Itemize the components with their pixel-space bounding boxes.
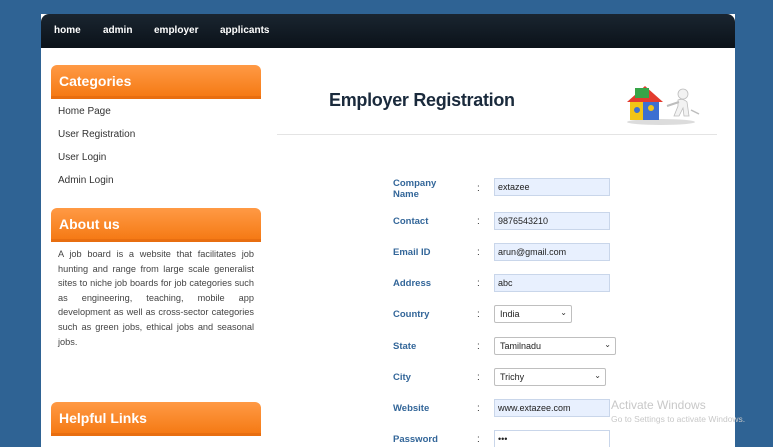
state-select[interactable]: Tamilnadu ⌄ [494, 337, 616, 355]
password-input[interactable]: ••• [494, 430, 610, 447]
activate-windows-title: Activate Windows [611, 398, 706, 412]
city-select-value: Trichy [500, 372, 525, 382]
city-select[interactable]: Trichy ⌄ [494, 368, 606, 386]
address-label: Address [393, 278, 432, 289]
helpful-links-header: Helpful Links [51, 402, 261, 436]
chevron-down-icon: ⌄ [594, 371, 601, 380]
city-colon: : [477, 372, 480, 383]
password-label: Password [393, 434, 438, 445]
country-label: Country [393, 309, 430, 320]
website-input[interactable]: www.extazee.com [494, 399, 610, 417]
country-select-value: India [500, 309, 520, 319]
contact-colon: : [477, 216, 480, 227]
nav-home-link[interactable]: home [54, 25, 81, 36]
sidebar-link-user-registration[interactable]: User Registration [58, 129, 135, 140]
state-select-value: Tamilnadu [500, 341, 542, 351]
password-colon: : [477, 434, 480, 445]
chevron-down-icon: ⌄ [604, 340, 611, 349]
puzzle-house-icon [621, 80, 703, 126]
title-divider [277, 134, 717, 135]
address-colon: : [477, 278, 480, 289]
activate-windows-subtitle: Go to Settings to activate Windows. [611, 414, 746, 424]
address-input[interactable]: abc [494, 274, 610, 292]
page-container: home admin employer applicants Categorie… [41, 14, 735, 447]
city-label: City [393, 372, 411, 383]
country-colon: : [477, 309, 480, 320]
sidebar-link-admin-login[interactable]: Admin Login [58, 175, 114, 186]
about-us-text: A job board is a website that facilitate… [58, 249, 254, 347]
company-name-input[interactable]: extazee [494, 178, 610, 196]
company-colon: : [477, 183, 480, 194]
nav-employer-link[interactable]: employer [154, 25, 198, 36]
top-navigation: home admin employer applicants [41, 14, 735, 48]
categories-header: Categories [51, 65, 261, 99]
state-label: State [393, 341, 417, 352]
country-select[interactable]: India ⌄ [494, 305, 572, 323]
sidebar-link-user-login[interactable]: User Login [58, 152, 106, 163]
website-label: Website [393, 403, 430, 414]
page-title: Employer Registration [329, 90, 515, 110]
state-colon: : [477, 341, 480, 352]
website-colon: : [477, 403, 480, 414]
contact-input[interactable]: 9876543210 [494, 212, 610, 230]
chevron-down-icon: ⌄ [560, 308, 567, 317]
email-label: Email ID [393, 247, 431, 258]
contact-label: Contact [393, 216, 429, 227]
email-input[interactable]: arun@gmail.com [494, 243, 610, 261]
nav-applicants-link[interactable]: applicants [220, 25, 269, 36]
company-name-label: Company Name [393, 178, 437, 200]
about-us-header: About us [51, 208, 261, 242]
email-colon: : [477, 247, 480, 258]
sidebar-link-home-page[interactable]: Home Page [58, 106, 111, 117]
nav-admin-link[interactable]: admin [103, 25, 132, 36]
